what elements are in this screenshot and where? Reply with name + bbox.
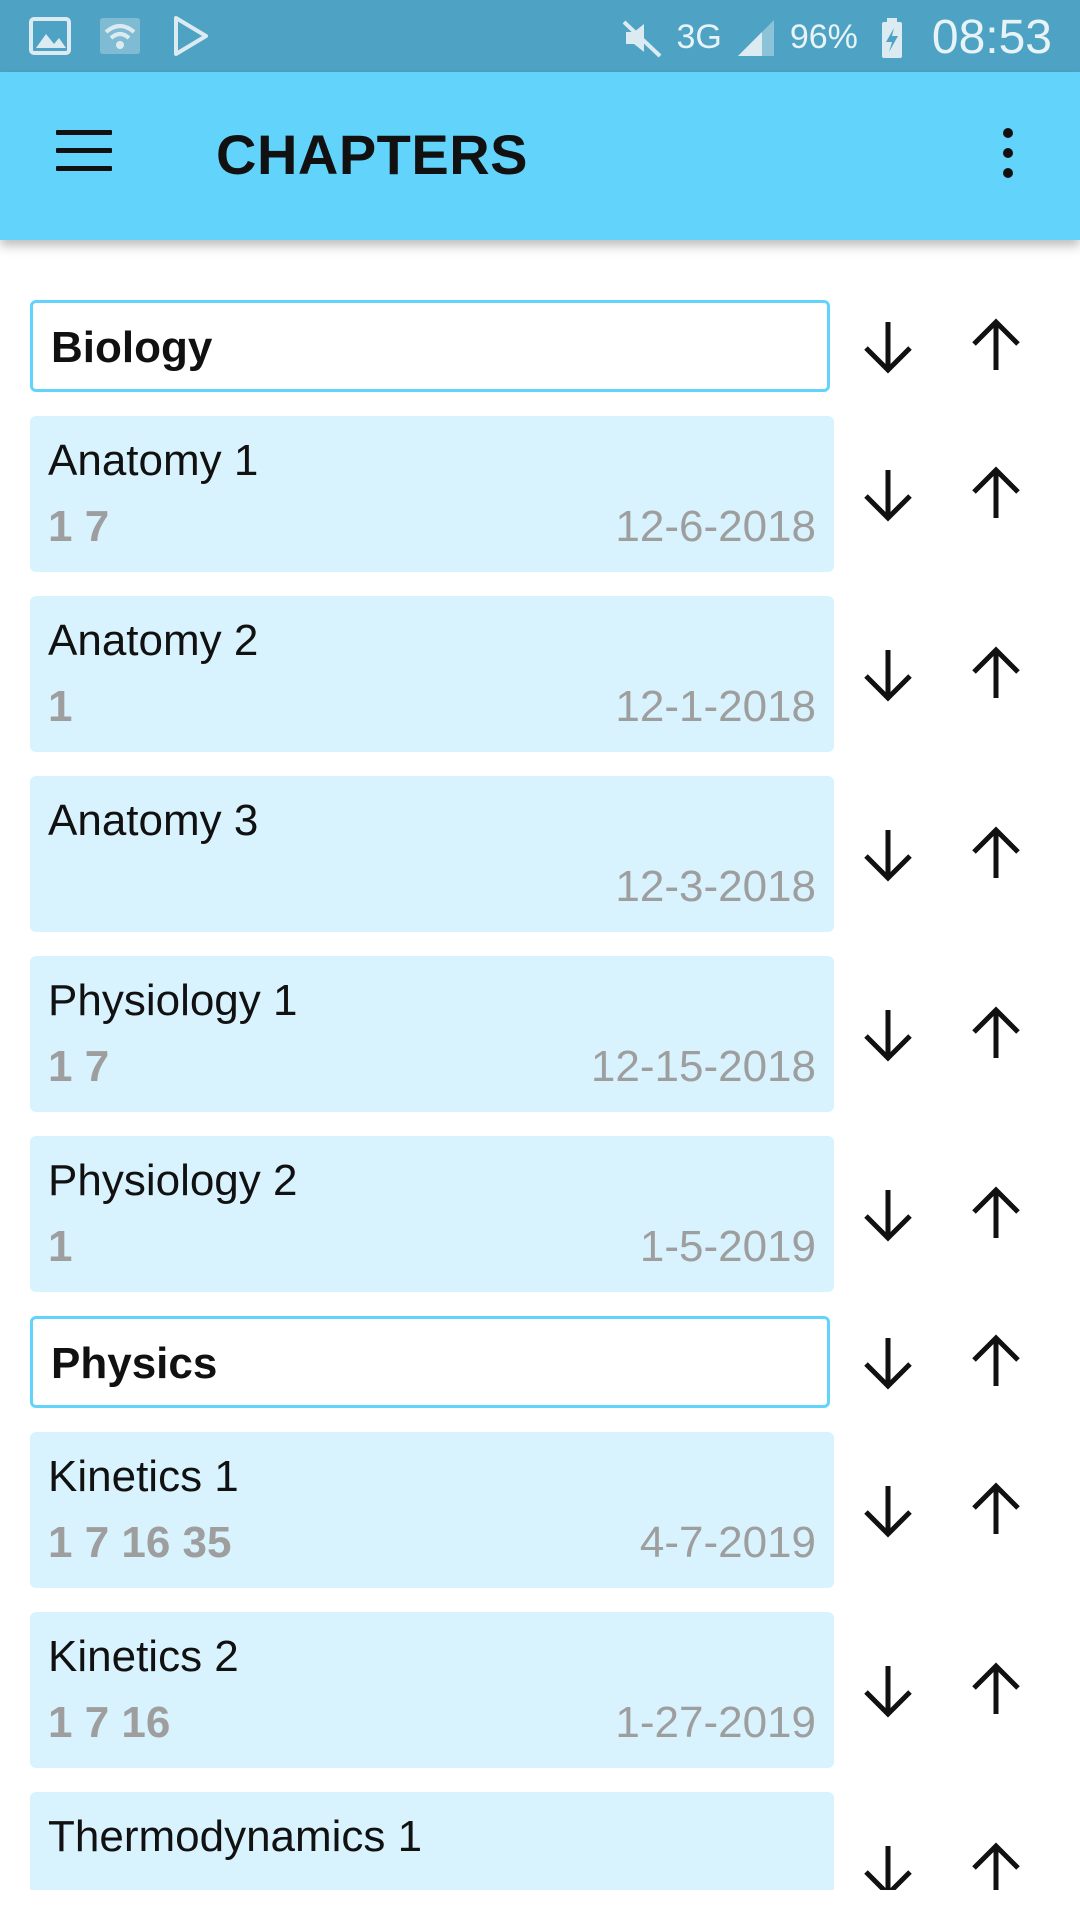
arrow-down-icon[interactable] xyxy=(856,822,920,886)
chapter-numbers: 1 7 xyxy=(48,502,110,551)
subject-header-row: Biology xyxy=(0,300,1080,392)
arrow-up-icon[interactable] xyxy=(964,462,1028,526)
arrow-up-icon[interactable] xyxy=(964,314,1028,378)
network-type: 3G xyxy=(676,18,722,56)
chapter-card[interactable]: Physiology 2 1 1-5-2019 xyxy=(30,1136,834,1292)
chapter-date: 12-6-2018 xyxy=(615,502,816,551)
arrow-down-icon[interactable] xyxy=(856,1478,920,1542)
arrow-up-icon[interactable] xyxy=(964,642,1028,706)
arrow-up-icon[interactable] xyxy=(964,1658,1028,1722)
chapter-date: 12-3-2018 xyxy=(615,862,816,911)
chapter-name: Physiology 2 xyxy=(48,1156,298,1205)
status-bar-right: 3G 96% 08:53 xyxy=(620,10,1052,65)
arrow-down-icon[interactable] xyxy=(856,314,920,378)
chapter-card[interactable]: Anatomy 1 1 7 12-6-2018 xyxy=(30,416,834,572)
app-bar: CHAPTERS xyxy=(0,72,1080,240)
menu-icon[interactable] xyxy=(56,130,112,178)
chapter-card[interactable]: Anatomy 2 1 12-1-2018 xyxy=(30,596,834,752)
arrow-down-icon[interactable] xyxy=(856,1330,920,1394)
status-time: 08:53 xyxy=(931,11,1052,64)
chapter-card[interactable]: Physiology 1 1 7 12-15-2018 xyxy=(30,956,834,1112)
arrow-up-icon[interactable] xyxy=(964,1838,1028,1890)
chapter-list[interactable]: Biology Anatomy 1 1 7 12-6-2018 Anatomy 2 1 12… xyxy=(0,240,1080,1890)
chapter-numbers: 1 xyxy=(48,682,73,731)
chapter-date: 12-15-2018 xyxy=(590,1042,816,1091)
chapter-card[interactable]: Thermodynamics 1 xyxy=(30,1792,834,1890)
subject-header[interactable]: Biology xyxy=(30,300,830,392)
arrow-down-icon[interactable] xyxy=(856,462,920,526)
chapter-name: Thermodynamics 1 xyxy=(48,1812,423,1861)
play-store-icon xyxy=(168,14,212,58)
chapter-name: Kinetics 2 xyxy=(48,1632,239,1681)
chapter-name: Anatomy 1 xyxy=(48,436,259,485)
arrow-down-icon[interactable] xyxy=(856,642,920,706)
chapter-row: Kinetics 2 1 7 16 1-27-2019 xyxy=(0,1612,1080,1768)
battery-percent: 96% xyxy=(789,18,858,56)
chapter-row: Anatomy 2 1 12-1-2018 xyxy=(0,596,1080,752)
chapter-card[interactable]: Kinetics 2 1 7 16 1-27-2019 xyxy=(30,1612,834,1768)
chapter-row: Anatomy 1 1 7 12-6-2018 xyxy=(0,416,1080,572)
arrow-down-icon[interactable] xyxy=(856,1838,920,1890)
chapter-name: Kinetics 1 xyxy=(48,1452,239,1501)
chapter-date: 4-7-2019 xyxy=(639,1518,816,1567)
arrow-down-icon[interactable] xyxy=(856,1002,920,1066)
status-bar-left xyxy=(28,14,212,58)
arrow-up-icon[interactable] xyxy=(964,1478,1028,1542)
chapter-row: Physiology 2 1 1-5-2019 xyxy=(0,1136,1080,1292)
signal-icon xyxy=(734,16,778,60)
chapter-numbers: 1 7 xyxy=(48,1042,110,1091)
mute-icon xyxy=(620,16,664,60)
chapter-row: Anatomy 3 12-3-2018 xyxy=(0,776,1080,932)
chapter-numbers: 1 7 16 35 xyxy=(48,1518,232,1567)
arrow-up-icon[interactable] xyxy=(964,1002,1028,1066)
chapter-numbers: 1 xyxy=(48,1222,73,1271)
chapter-name: Anatomy 3 xyxy=(48,796,259,845)
status-bar: 3G 96% 08:53 xyxy=(0,0,1080,72)
chapter-name: Anatomy 2 xyxy=(48,616,259,665)
subject-header-row: Physics xyxy=(0,1316,1080,1408)
chapter-name: Physiology 1 xyxy=(48,976,298,1025)
more-options-icon[interactable] xyxy=(994,128,1022,188)
chapter-row: Kinetics 1 1 7 16 35 4-7-2019 xyxy=(0,1432,1080,1588)
chapter-card[interactable]: Anatomy 3 12-3-2018 xyxy=(30,776,834,932)
chapter-numbers: 1 7 16 xyxy=(48,1698,171,1747)
wifi-icon xyxy=(98,14,142,58)
arrow-up-icon[interactable] xyxy=(964,1182,1028,1246)
subject-header-label: Biology xyxy=(51,323,213,372)
chapter-date: 12-1-2018 xyxy=(615,682,816,731)
chapter-date: 1-5-2019 xyxy=(639,1222,816,1271)
arrow-down-icon[interactable] xyxy=(856,1658,920,1722)
gallery-icon xyxy=(28,14,72,58)
subject-header[interactable]: Physics xyxy=(30,1316,830,1408)
chapter-date: 1-27-2019 xyxy=(615,1698,816,1747)
battery-charging-icon xyxy=(870,16,914,60)
subject-header-label: Physics xyxy=(51,1339,218,1388)
arrow-up-icon[interactable] xyxy=(964,822,1028,886)
chapter-card[interactable]: Kinetics 1 1 7 16 35 4-7-2019 xyxy=(30,1432,834,1588)
arrow-down-icon[interactable] xyxy=(856,1182,920,1246)
arrow-up-icon[interactable] xyxy=(964,1330,1028,1394)
page-title: CHAPTERS xyxy=(216,123,529,186)
chapter-row: Thermodynamics 1 xyxy=(0,1792,1080,1890)
chapter-row: Physiology 1 1 7 12-15-2018 xyxy=(0,956,1080,1112)
